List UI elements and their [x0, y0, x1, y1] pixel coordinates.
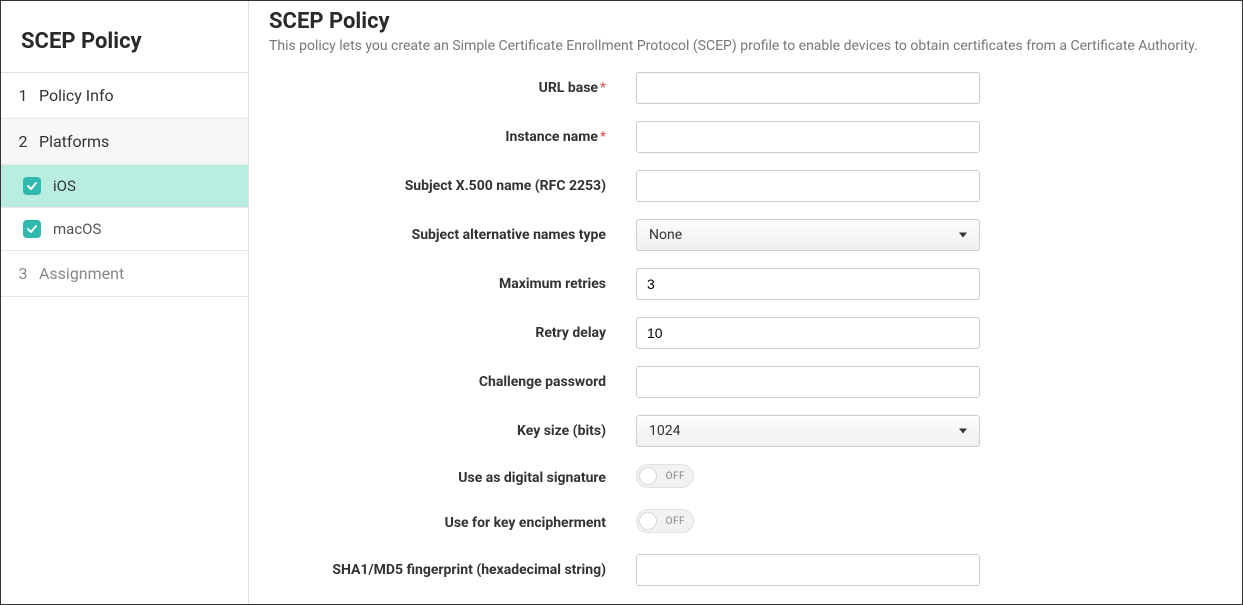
- caret-down-icon: [959, 429, 967, 434]
- select-value: None: [649, 227, 682, 243]
- substep-label: iOS: [53, 177, 76, 195]
- label-instance-name: Instance name*: [269, 129, 636, 145]
- row-instance-name: Instance name*: [269, 121, 1222, 153]
- row-key-size: Key size (bits) 1024: [269, 415, 1222, 447]
- label-san-type: Subject alternative names type: [269, 227, 636, 243]
- input-challenge-password[interactable]: [636, 366, 980, 398]
- page-subtitle: This policy lets you create an Simple Ce…: [269, 38, 1222, 54]
- label-key-size: Key size (bits): [269, 423, 636, 439]
- step-label: Policy Info: [39, 86, 114, 105]
- substep-macos[interactable]: macOS: [1, 208, 248, 251]
- main-content: SCEP Policy This policy lets you create …: [249, 1, 1242, 604]
- label-challenge-password: Challenge password: [269, 374, 636, 390]
- row-subject-x500: Subject X.500 name (RFC 2253): [269, 170, 1222, 202]
- sidebar-title: SCEP Policy: [1, 1, 248, 73]
- step-label: Platforms: [39, 132, 109, 151]
- input-subject-x500[interactable]: [636, 170, 980, 202]
- select-key-size[interactable]: 1024: [636, 415, 980, 447]
- step-label: Assignment: [39, 264, 124, 283]
- toggle-key-encipherment[interactable]: OFF: [636, 509, 694, 533]
- substep-label: macOS: [53, 220, 101, 238]
- toggle-state: OFF: [666, 516, 685, 527]
- caret-down-icon: [959, 233, 967, 238]
- row-fingerprint: SHA1/MD5 fingerprint (hexadecimal string…: [269, 554, 1222, 586]
- toggle-knob: [639, 467, 657, 485]
- input-url-base[interactable]: [636, 72, 980, 104]
- label-fingerprint: SHA1/MD5 fingerprint (hexadecimal string…: [269, 562, 636, 578]
- input-retry-delay[interactable]: [636, 317, 980, 349]
- label-retry-delay: Retry delay: [269, 325, 636, 341]
- row-max-retries: Maximum retries: [269, 268, 1222, 300]
- row-url-base: URL base*: [269, 72, 1222, 104]
- checkbox-checked-icon[interactable]: [23, 177, 41, 195]
- checkbox-checked-icon[interactable]: [23, 220, 41, 238]
- input-fingerprint[interactable]: [636, 554, 980, 586]
- row-digital-signature: Use as digital signature OFF: [269, 464, 1222, 492]
- select-san-type[interactable]: None: [636, 219, 980, 251]
- step-platforms[interactable]: 2 Platforms: [1, 119, 248, 165]
- sidebar: SCEP Policy 1 Policy Info 2 Platforms iO…: [1, 1, 249, 604]
- page-title: SCEP Policy: [269, 9, 1222, 34]
- substep-ios[interactable]: iOS: [1, 165, 248, 208]
- select-value: 1024: [649, 423, 680, 439]
- step-number: 3: [15, 264, 31, 283]
- row-key-encipherment: Use for key encipherment OFF: [269, 509, 1222, 537]
- row-san-type: Subject alternative names type None: [269, 219, 1222, 251]
- label-subject-x500: Subject X.500 name (RFC 2253): [269, 178, 636, 194]
- input-max-retries[interactable]: [636, 268, 980, 300]
- label-max-retries: Maximum retries: [269, 276, 636, 292]
- step-number: 1: [15, 86, 31, 105]
- label-digital-signature: Use as digital signature: [269, 470, 636, 486]
- step-number: 2: [15, 132, 31, 151]
- row-retry-delay: Retry delay: [269, 317, 1222, 349]
- step-policy-info[interactable]: 1 Policy Info: [1, 73, 248, 119]
- label-key-encipherment: Use for key encipherment: [269, 515, 636, 531]
- label-url-base: URL base*: [269, 80, 636, 96]
- toggle-digital-signature[interactable]: OFF: [636, 464, 694, 488]
- toggle-state: OFF: [666, 471, 685, 482]
- row-challenge-password: Challenge password: [269, 366, 1222, 398]
- input-instance-name[interactable]: [636, 121, 980, 153]
- toggle-knob: [639, 512, 657, 530]
- step-assignment[interactable]: 3 Assignment: [1, 251, 248, 297]
